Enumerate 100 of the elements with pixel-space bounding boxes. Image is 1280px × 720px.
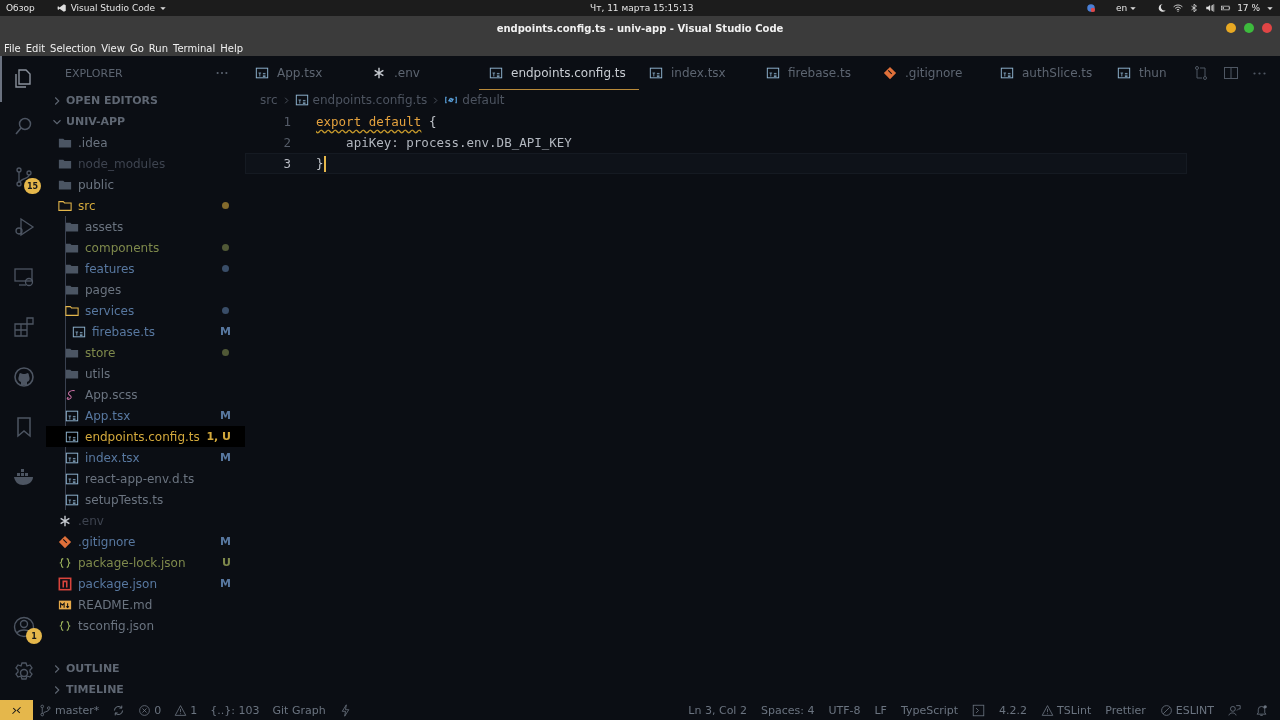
status-item[interactable]: 0	[138, 703, 162, 717]
asterisk-icon	[372, 65, 386, 80]
section-header[interactable]: OPEN EDITORS	[46, 90, 245, 111]
close-button[interactable]	[1262, 23, 1272, 33]
status-item[interactable]: TSLint	[1041, 703, 1092, 717]
person-icon	[12, 615, 36, 639]
error-icon	[138, 703, 152, 717]
menu-item[interactable]: File	[4, 42, 21, 54]
status-item[interactable]: {..}: 103	[210, 703, 260, 717]
compare-changes-icon	[1193, 65, 1209, 81]
status-item[interactable]: Ln 3, Col 2	[688, 703, 747, 717]
section-header[interactable]: TIMELINE	[46, 679, 245, 700]
file-tree-item[interactable]: react-app-env.d.ts	[46, 468, 245, 489]
file-tree-item[interactable]: README.md	[46, 594, 245, 615]
editor-tab[interactable]: firebase.ts	[756, 56, 873, 90]
file-tree-item[interactable]: .gitignore M	[46, 531, 245, 552]
file-tree-item[interactable]: index.tsx M	[46, 447, 245, 468]
status-item[interactable]: TypeScript	[900, 703, 959, 717]
sync-button[interactable]	[112, 703, 126, 717]
editor-tab[interactable]: authSlice.ts	[990, 56, 1107, 90]
ts-file-icon	[1000, 65, 1014, 80]
npm-box-icon	[58, 576, 72, 591]
menu-item[interactable]: View	[101, 42, 125, 54]
file-tree-item[interactable]: setupTests.ts	[46, 489, 245, 510]
git-status-label: M	[220, 577, 231, 590]
bell-icon	[1255, 703, 1268, 717]
status-item[interactable]: ESLINT	[1159, 703, 1214, 717]
monitor-icon	[12, 265, 36, 289]
file-tree-item[interactable]: .idea	[46, 132, 245, 153]
menu-item[interactable]: Help	[220, 42, 244, 54]
section-header[interactable]: UNIV-APP	[46, 111, 245, 132]
activities-button[interactable]: Обзор	[6, 3, 35, 13]
editor-tab[interactable]: .gitignore	[873, 56, 990, 90]
file-tree-item[interactable]: components	[46, 237, 245, 258]
ts-file-icon	[649, 65, 663, 80]
remote-button[interactable]	[0, 700, 33, 720]
menu-item[interactable]: Run	[148, 42, 168, 54]
file-tree-item[interactable]: App.tsx M	[46, 405, 245, 426]
editor-tab[interactable]: endpoints.config.ts	[479, 56, 639, 90]
git-status-label: M	[220, 451, 231, 464]
file-tree-item[interactable]: store	[46, 342, 245, 363]
keyboard-layout[interactable]: en	[1115, 3, 1138, 13]
breadcrumb-item[interactable]: endpoints.config.ts	[294, 93, 428, 107]
maximize-button[interactable]	[1244, 23, 1254, 33]
editor-tab[interactable]: thun	[1107, 56, 1185, 90]
status-item[interactable]: Prettier	[1105, 703, 1146, 717]
status-item[interactable]: Spaces: 4	[760, 703, 815, 717]
bell-button[interactable]	[1255, 703, 1268, 717]
ts-file-icon	[65, 408, 79, 423]
section-header[interactable]: OUTLINE	[46, 658, 245, 679]
file-tree-item[interactable]: services	[46, 300, 245, 321]
breadcrumb-item[interactable]: src	[260, 93, 278, 107]
git-status-label: U	[222, 556, 231, 569]
file-tree-item[interactable]: App.scss	[46, 384, 245, 405]
code-line: apiKey: process.env.DB_API_KEY	[345, 135, 572, 150]
editor-tab[interactable]: .env	[362, 56, 479, 90]
status-item[interactable]: UTF-8	[828, 703, 861, 717]
status-item[interactable]: 1	[174, 703, 198, 717]
count-badge: 1	[26, 628, 42, 644]
source-control-activity[interactable]: 15	[0, 152, 46, 202]
app-menu[interactable]: Visual Studio Code	[56, 3, 167, 13]
file-tree-item[interactable]: package.json M	[46, 573, 245, 594]
clock[interactable]: Чт, 11 марта 15:15:13	[590, 3, 694, 13]
menu-item[interactable]: Go	[129, 42, 144, 54]
file-tree-item[interactable]: features	[46, 258, 245, 279]
file-tree-item[interactable]: public	[46, 174, 245, 195]
file-tree-item[interactable]: utils	[46, 363, 245, 384]
ts-file-icon	[294, 93, 309, 107]
warning-icon	[1041, 703, 1055, 717]
ts-file-icon	[766, 65, 780, 80]
file-tree-item[interactable]: src	[46, 195, 245, 216]
minimize-button[interactable]	[1226, 23, 1236, 33]
blocks-icon	[12, 315, 36, 339]
menu-item[interactable]: Terminal	[173, 42, 216, 54]
system-menu[interactable]: 17 %	[1157, 3, 1274, 13]
battery-icon	[1221, 3, 1232, 13]
status-item[interactable]: Git Graph	[272, 703, 326, 717]
ts-file-icon	[489, 65, 503, 80]
editor-tab[interactable]: index.tsx	[639, 56, 756, 90]
terminal-button[interactable]	[972, 703, 986, 717]
lightning-button[interactable]	[338, 703, 352, 717]
breadcrumb-item[interactable]: default	[444, 93, 505, 107]
status-item[interactable]: master*	[39, 703, 100, 717]
file-tree-item[interactable]: assets	[46, 216, 245, 237]
file-tree-item[interactable]: package-lock.json U	[46, 552, 245, 573]
moon-icon	[1157, 3, 1168, 13]
line-number: 3	[282, 156, 291, 171]
file-tree-item[interactable]: tsconfig.json	[46, 615, 245, 636]
blocked-icon	[1159, 703, 1173, 717]
status-item[interactable]: 4.2.2	[999, 703, 1028, 717]
file-tree-item[interactable]: endpoints.config.ts 1, U	[46, 426, 245, 447]
battery-percent: 17 %	[1237, 3, 1260, 13]
editor-tab[interactable]: App.tsx	[245, 56, 362, 90]
menu-item[interactable]: Edit	[25, 42, 46, 54]
menu-item[interactable]: Selection	[50, 42, 97, 54]
feedback-button[interactable]	[1228, 703, 1241, 717]
file-tree-item[interactable]: firebase.ts M	[46, 321, 245, 342]
account-activity[interactable]: 1	[0, 604, 46, 650]
file-tree-item[interactable]: pages	[46, 279, 245, 300]
status-item[interactable]: LF	[874, 703, 887, 717]
